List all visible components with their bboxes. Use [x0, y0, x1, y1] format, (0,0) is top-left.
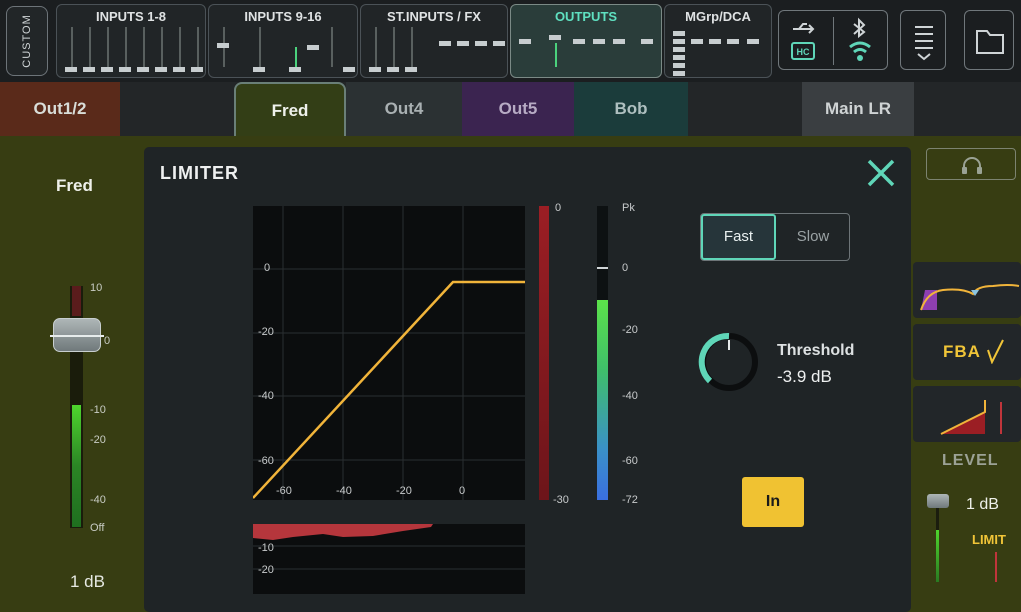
output-meter-label: 0: [622, 262, 629, 274]
group-outputs[interactable]: OUTPUTS: [510, 4, 662, 78]
custom-button[interactable]: CUSTOM: [6, 6, 48, 76]
output-meter: [597, 300, 608, 500]
wifi-icon: [849, 41, 871, 61]
eq-shortcut[interactable]: [913, 262, 1021, 318]
limiter-shortcut[interactable]: [913, 386, 1021, 442]
limiter-mini-icon: [940, 400, 1002, 435]
svg-text:HC: HC: [797, 47, 810, 57]
graph-x-label: -20: [396, 485, 412, 497]
gr-history-plot: [253, 524, 525, 570]
fader-meter-red: [72, 286, 81, 316]
gr-meter-label: -30: [553, 494, 569, 506]
threshold-label: Threshold: [777, 342, 855, 359]
group-label: OUTPUTS: [554, 9, 618, 24]
limit-meter: [995, 552, 997, 582]
gr-history-label: -10: [258, 542, 274, 554]
gr-history-label: -20: [258, 564, 274, 576]
graph-x-label: -60: [276, 485, 292, 497]
folder-button[interactable]: [964, 10, 1014, 70]
group-inputs-9-16[interactable]: INPUTS 9-16: [208, 4, 358, 78]
fba-shortcut[interactable]: FBA: [913, 324, 1021, 380]
gain-reduction-meter: [539, 206, 549, 500]
graph-y-label: -20: [258, 326, 274, 338]
level-meter: [936, 530, 939, 582]
fader-channel-name: Fred: [56, 176, 93, 195]
group-inputs-1-8[interactable]: INPUTS 1-8: [56, 4, 206, 78]
group-st-inputs-fx[interactable]: ST.INPUTS / FX: [360, 4, 508, 78]
fba-label: FBA: [943, 342, 981, 361]
level-value: 1 dB: [966, 496, 999, 513]
limit-indicator: LIMIT: [972, 532, 1006, 547]
folder-icon: [976, 30, 1004, 54]
level-label: LEVEL: [942, 452, 999, 469]
tab-main-lr[interactable]: Main LR: [802, 82, 914, 136]
menu-icon: [915, 26, 933, 61]
output-meter-label: -20: [622, 324, 638, 336]
level-fader-knob[interactable]: [927, 494, 949, 508]
group-label: MGrp/DCA: [685, 9, 751, 24]
speed-toggle[interactable]: Fast Slow: [700, 213, 850, 261]
connectivity-panel[interactable]: HC: [778, 10, 888, 70]
usb-icon: HC: [791, 23, 815, 60]
output-meter-label: Pk: [622, 202, 635, 214]
slow-button[interactable]: Slow: [776, 214, 850, 260]
headphones-icon: [962, 157, 982, 174]
peak-hold-marker: [597, 267, 608, 269]
fader-scale-label: -20: [90, 434, 106, 446]
transfer-curve-graph: [252, 206, 525, 500]
fader-meter: [72, 405, 81, 527]
group-label: INPUTS 9-16: [244, 9, 322, 24]
gain-reduction-history: [253, 524, 525, 594]
graph-y-label: -40: [258, 390, 274, 402]
tab-out1-2[interactable]: Out1/2: [0, 82, 120, 136]
menu-button[interactable]: [900, 10, 946, 70]
fba-notch-icon: [987, 339, 1004, 364]
in-button[interactable]: In: [742, 477, 804, 527]
fader-value: 1 dB: [70, 572, 105, 591]
eq-curve-icon: [920, 284, 1020, 311]
threshold-knob[interactable]: [697, 330, 761, 394]
gr-meter-label: 0: [555, 202, 562, 214]
graph-y-label: 0: [264, 262, 271, 274]
output-meter-label: -72: [622, 494, 638, 506]
bluetooth-icon: [849, 17, 871, 61]
graph-x-label: -40: [336, 485, 352, 497]
fader-knob[interactable]: [50, 318, 104, 352]
tab-out4[interactable]: Out4: [346, 82, 462, 136]
output-meter-label: -40: [622, 390, 638, 402]
close-icon[interactable]: [864, 156, 898, 190]
tab-out5[interactable]: Out5: [462, 82, 574, 136]
fader-scale-label: -10: [90, 404, 106, 416]
tab-bob[interactable]: Bob: [574, 82, 688, 136]
limiter-curve: [252, 280, 525, 499]
output-meter-label: -60: [622, 455, 638, 467]
fader-scale-label: 10: [90, 282, 103, 294]
group-label: INPUTS 1-8: [95, 9, 167, 24]
tab-fred[interactable]: Fred: [234, 82, 346, 136]
headphones-button[interactable]: [926, 148, 1016, 180]
group-mgrp-dca[interactable]: MGrp/DCA: [664, 4, 772, 78]
custom-label: CUSTOM: [21, 14, 33, 68]
dialog-title: LIMITER: [160, 163, 239, 183]
fader-scale-label: -40: [90, 494, 106, 506]
fader-scale-label: 0: [104, 335, 111, 347]
graph-y-label: -60: [258, 455, 274, 467]
transfer-curve: [252, 206, 525, 500]
fader-scale-label: Off: [90, 522, 105, 534]
fast-button[interactable]: Fast: [701, 214, 776, 260]
threshold-value: -3.9 dB: [777, 367, 832, 386]
graph-x-label: 0: [459, 485, 466, 497]
group-label: ST.INPUTS / FX: [387, 9, 481, 24]
